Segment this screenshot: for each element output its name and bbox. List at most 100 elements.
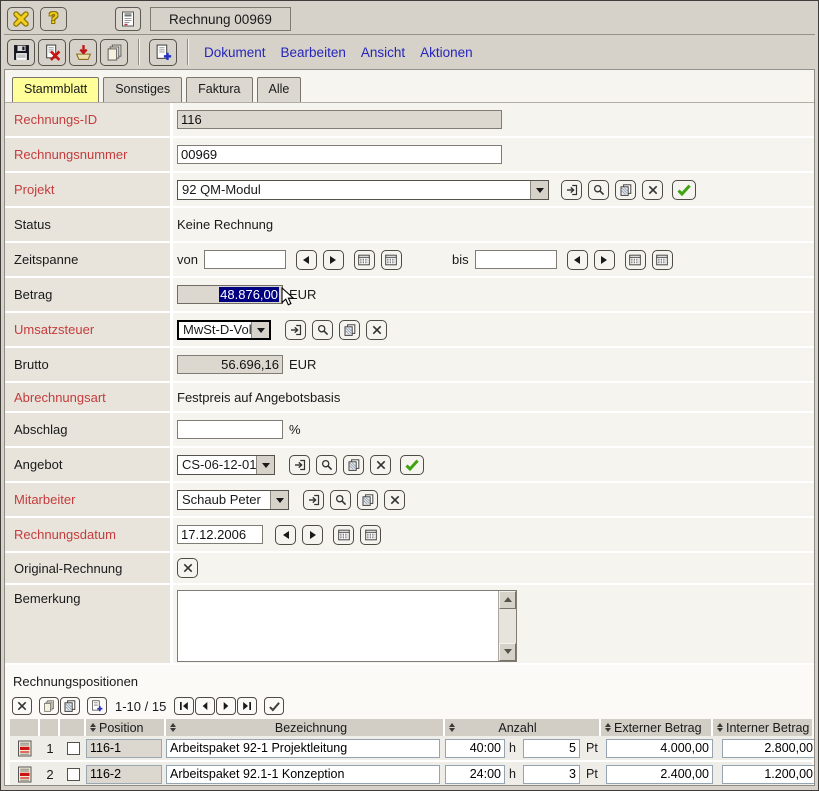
- positions-copy-button[interactable]: [60, 697, 80, 715]
- angebot-select[interactable]: CS-06-12-01: [177, 455, 275, 475]
- points-field[interactable]: [523, 739, 580, 758]
- betrag-field[interactable]: 48.876,00: [177, 285, 283, 304]
- header-anzahl[interactable]: Anzahl: [445, 719, 601, 736]
- save-button[interactable]: [7, 39, 35, 66]
- bis-field[interactable]: [475, 250, 557, 269]
- brutto-field[interactable]: [177, 355, 283, 374]
- new-document-button[interactable]: [149, 39, 177, 66]
- document-type-button[interactable]: [115, 7, 141, 31]
- umsatzsteuer-goto-button[interactable]: [285, 320, 306, 340]
- mitarbeiter-copy-button[interactable]: [357, 490, 378, 510]
- chevron-down-icon[interactable]: [251, 322, 269, 338]
- bis-calendar-alt-button[interactable]: [652, 250, 673, 270]
- export-button[interactable]: [69, 39, 97, 66]
- positions-duplicate-button[interactable]: [39, 697, 59, 715]
- help-button[interactable]: ?: [40, 7, 67, 31]
- umsatzsteuer-select[interactable]: MwSt-D-Voll: [177, 320, 271, 340]
- angebot-copy-button[interactable]: [343, 455, 364, 475]
- sort-icon[interactable]: [90, 720, 96, 735]
- rechnungsdatum-prev-day-button[interactable]: [275, 525, 296, 545]
- von-field[interactable]: [204, 250, 286, 269]
- projekt-copy-button[interactable]: [615, 180, 636, 200]
- rechnungsdatum-next-day-button[interactable]: [302, 525, 323, 545]
- projekt-clear-button[interactable]: [642, 180, 663, 200]
- interner-betrag-field[interactable]: [722, 739, 815, 758]
- bezeichnung-field[interactable]: [166, 739, 440, 758]
- tab-faktura[interactable]: Faktura: [186, 77, 252, 102]
- chevron-down-icon[interactable]: [270, 491, 288, 509]
- position-row-icon[interactable]: [17, 740, 33, 757]
- projekt-goto-button[interactable]: [561, 180, 582, 200]
- chevron-down-icon[interactable]: [530, 181, 548, 199]
- close-button[interactable]: [7, 7, 34, 31]
- positions-last-page-button[interactable]: [237, 697, 257, 715]
- menu-dokument[interactable]: Dokument: [204, 45, 266, 60]
- scroll-up-icon[interactable]: [499, 591, 516, 609]
- menu-bearbeiten[interactable]: Bearbeiten: [281, 45, 346, 60]
- bezeichnung-field[interactable]: [166, 765, 440, 784]
- chevron-down-icon[interactable]: [256, 456, 274, 474]
- sort-icon[interactable]: [717, 720, 723, 735]
- bis-calendar-button[interactable]: [625, 250, 646, 270]
- header-position[interactable]: Position: [86, 719, 166, 736]
- bis-next-day-button[interactable]: [594, 250, 615, 270]
- angebot-clear-button[interactable]: [370, 455, 391, 475]
- umsatzsteuer-clear-button[interactable]: [366, 320, 387, 340]
- position-field[interactable]: [86, 739, 162, 758]
- sort-icon[interactable]: [170, 720, 176, 735]
- mitarbeiter-search-button[interactable]: [330, 490, 351, 510]
- tab-stammblatt[interactable]: Stammblatt: [12, 77, 99, 102]
- externer-betrag-field[interactable]: [606, 765, 713, 784]
- sort-icon[interactable]: [605, 720, 611, 735]
- row-checkbox[interactable]: [67, 768, 80, 781]
- bemerkung-text[interactable]: [178, 591, 498, 661]
- menu-ansicht[interactable]: Ansicht: [361, 45, 405, 60]
- bis-prev-day-button[interactable]: [567, 250, 588, 270]
- positions-delete-button[interactable]: [12, 697, 32, 715]
- rechnungsdatum-calendar-alt-button[interactable]: [360, 525, 381, 545]
- rechnungsdatum-field[interactable]: [177, 525, 263, 544]
- bemerkung-scrollbar[interactable]: [498, 591, 516, 661]
- positions-first-page-button[interactable]: [174, 697, 194, 715]
- tab-alle[interactable]: Alle: [257, 77, 302, 102]
- bemerkung-field[interactable]: [177, 590, 517, 662]
- umsatzsteuer-search-button[interactable]: [312, 320, 333, 340]
- projekt-confirm-button[interactable]: [672, 180, 696, 200]
- scroll-down-icon[interactable]: [499, 643, 516, 661]
- rechnungsdatum-calendar-button[interactable]: [333, 525, 354, 545]
- mitarbeiter-goto-button[interactable]: [303, 490, 324, 510]
- rechnungsnummer-field[interactable]: [177, 145, 502, 164]
- original-rechnung-clear-button[interactable]: [177, 558, 198, 578]
- header-interner-betrag[interactable]: Interner Betrag: [713, 719, 812, 736]
- points-field[interactable]: [523, 765, 580, 784]
- angebot-confirm-button[interactable]: [400, 455, 424, 475]
- von-next-day-button[interactable]: [323, 250, 344, 270]
- positions-prev-page-button[interactable]: [195, 697, 215, 715]
- mitarbeiter-clear-button[interactable]: [384, 490, 405, 510]
- von-calendar-button[interactable]: [354, 250, 375, 270]
- angebot-search-button[interactable]: [316, 455, 337, 475]
- tab-sonstiges[interactable]: Sonstiges: [103, 77, 182, 102]
- hours-field[interactable]: [445, 765, 505, 784]
- angebot-goto-button[interactable]: [289, 455, 310, 475]
- projekt-search-button[interactable]: [588, 180, 609, 200]
- von-prev-day-button[interactable]: [296, 250, 317, 270]
- position-row-icon[interactable]: [17, 766, 33, 783]
- interner-betrag-field[interactable]: [722, 765, 815, 784]
- projekt-select[interactable]: 92 QM-Modul: [177, 180, 549, 200]
- rechnungs-id-field[interactable]: [177, 110, 502, 129]
- positions-new-button[interactable]: [87, 697, 107, 715]
- abschlag-field[interactable]: [177, 420, 283, 439]
- hours-field[interactable]: [445, 739, 505, 758]
- copy-button[interactable]: [100, 39, 128, 66]
- menu-aktionen[interactable]: Aktionen: [420, 45, 473, 60]
- positions-apply-button[interactable]: [264, 697, 284, 715]
- position-field[interactable]: [86, 765, 162, 784]
- header-externer-betrag[interactable]: Externer Betrag: [601, 719, 713, 736]
- mitarbeiter-select[interactable]: Schaub Peter: [177, 490, 289, 510]
- von-calendar-alt-button[interactable]: [381, 250, 402, 270]
- umsatzsteuer-copy-button[interactable]: [339, 320, 360, 340]
- header-bezeichnung[interactable]: Bezeichnung: [166, 719, 445, 736]
- positions-next-page-button[interactable]: [216, 697, 236, 715]
- delete-button[interactable]: [38, 39, 66, 66]
